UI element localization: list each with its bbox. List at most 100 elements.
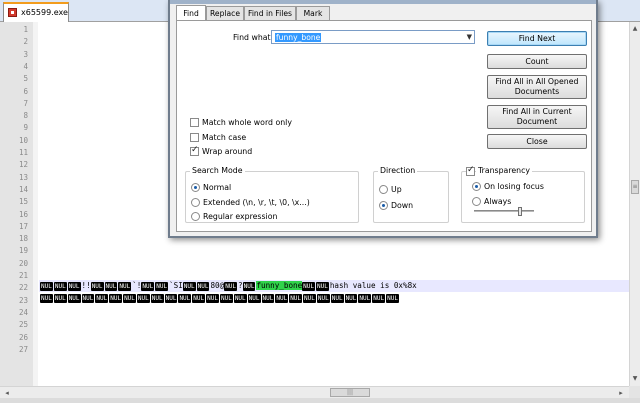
line-number: 5 (23, 74, 28, 84)
nul-control-char: NUL (344, 293, 358, 303)
tab-find[interactable]: Find (176, 5, 206, 20)
transparency-slider[interactable] (474, 207, 534, 216)
direction-down-radio[interactable] (379, 201, 388, 210)
transparency-always-label[interactable]: Always (484, 197, 511, 206)
find-what-value[interactable]: funny_bone (275, 33, 322, 42)
vertical-scroll-thumb[interactable]: ≡ (631, 180, 639, 194)
find-what-combobox[interactable]: funny_bone ▼ (271, 30, 475, 44)
nul-control-char: NUL (81, 293, 95, 303)
line-number: 26 (18, 332, 28, 342)
tab-find-in-files[interactable]: Find in Files (244, 6, 296, 20)
line-number: 15 (18, 197, 28, 207)
nul-control-char: NUL (109, 293, 123, 303)
file-tab-label: x65599.exe (21, 8, 68, 17)
tab-replace[interactable]: Replace (206, 6, 244, 20)
transparency-on-losing-focus-label[interactable]: On losing focus (484, 182, 544, 191)
transparency-title[interactable]: Transparency (476, 166, 533, 175)
close-button[interactable]: Close (487, 134, 587, 149)
wrap-around-label[interactable]: Wrap around (202, 147, 252, 156)
nul-control-char: NUL (242, 281, 256, 291)
nul-control-char: NUL (330, 293, 344, 303)
find-all-current-button[interactable]: Find All in Current Document (487, 105, 587, 129)
search-mode-title: Search Mode (190, 166, 245, 175)
nul-control-char: NUL (40, 293, 53, 303)
nul-control-char: NUL (303, 293, 316, 303)
line-number: 14 (18, 184, 28, 194)
nul-control-char: NUL (302, 281, 316, 291)
dropdown-arrow-icon[interactable]: ▼ (467, 32, 472, 43)
wrap-around-checkbox[interactable] (190, 145, 199, 156)
nul-control-char: NUL (178, 293, 192, 303)
line-number: 17 (18, 221, 28, 231)
search-mode-normal-radio[interactable] (191, 183, 200, 192)
nul-control-char: NUL (275, 293, 289, 303)
nul-control-char: NUL (67, 281, 81, 291)
search-mode-normal-label[interactable]: Normal (203, 183, 231, 192)
line-number: 23 (18, 295, 28, 305)
nul-control-char: NUL (233, 293, 247, 303)
nul-control-char: NUL (40, 281, 53, 291)
line-number: 9 (23, 123, 28, 133)
find-all-opened-button[interactable]: Find All in All Opened Documents (487, 75, 587, 99)
code-line-22: NUL NUL NUL NUL NUL NUL NUL NUL NUL NUL NUL NUL NUL N… (40, 292, 400, 304)
line-number: 12 (18, 160, 28, 170)
file-saved-icon (8, 8, 17, 17)
scroll-down-arrow-icon[interactable]: ▼ (630, 374, 640, 384)
match-whole-word-label[interactable]: Match whole word only (202, 118, 292, 127)
match-whole-word-checkbox[interactable] (190, 118, 199, 127)
find-next-button[interactable]: Find Next (487, 31, 587, 46)
nul-control-char: NUL (104, 281, 118, 291)
vertical-scrollbar[interactable]: ▲ ≡ ▼ (629, 22, 640, 386)
search-mode-group: Search Mode Normal Extended (\n, \r, \t,… (185, 166, 359, 223)
transparency-checkbox[interactable] (466, 165, 475, 176)
scroll-left-arrow-icon[interactable]: ◂ (2, 388, 12, 398)
line-number: 18 (18, 234, 28, 244)
line-number: 16 (18, 209, 28, 219)
count-button[interactable]: Count (487, 54, 587, 69)
file-tab[interactable]: x65599.exe (3, 2, 69, 22)
transparency-always-radio[interactable] (472, 197, 481, 206)
fold-margin (33, 22, 38, 386)
dialog-title-bar[interactable] (170, 0, 596, 4)
scroll-up-arrow-icon[interactable]: ▲ (630, 24, 640, 34)
code-text: `! (132, 281, 142, 290)
line-number: 22 (18, 283, 28, 293)
search-mode-regex-label[interactable]: Regular expression (203, 212, 277, 221)
line-number: 3 (23, 49, 28, 59)
nul-control-char: NUL (289, 293, 303, 303)
search-mode-extended-label[interactable]: Extended (\n, \r, \t, \0, \x...) (203, 198, 310, 207)
match-case-label[interactable]: Match case (202, 133, 246, 142)
match-case-checkbox[interactable] (190, 133, 199, 142)
line-number: 1 (23, 25, 28, 34)
nul-control-char: NUL (53, 293, 67, 303)
line-number: 2 (23, 37, 28, 47)
direction-down-label[interactable]: Down (391, 201, 413, 210)
horizontal-scrollbar[interactable]: ◂ ||| ▸ (0, 386, 629, 398)
transparency-group: Transparency On losing focus Always (461, 165, 585, 223)
nul-control-char: NUL (53, 281, 67, 291)
horizontal-scroll-thumb[interactable]: ||| (330, 388, 370, 397)
nul-control-char: NUL (386, 293, 399, 303)
search-mode-extended-radio[interactable] (191, 198, 200, 207)
line-number: 6 (23, 86, 28, 96)
transparency-slider-thumb[interactable] (518, 207, 522, 216)
nul-control-char: NUL (164, 293, 178, 303)
scroll-right-arrow-icon[interactable]: ▸ (616, 388, 626, 398)
nul-control-char: NUL (150, 293, 164, 303)
code-text: 80@ (210, 281, 225, 290)
nul-control-char: NUL (136, 293, 150, 303)
nul-control-char: NUL (196, 281, 210, 291)
nul-control-char: NUL (182, 281, 196, 291)
direction-up-label[interactable]: Up (391, 185, 402, 194)
search-mode-regex-radio[interactable] (191, 212, 200, 221)
line-number: 8 (23, 111, 28, 121)
nul-control-char: NUL (192, 293, 206, 303)
nul-control-char: NUL (67, 293, 81, 303)
nul-control-char: NUL (261, 293, 275, 303)
direction-up-radio[interactable] (379, 185, 388, 194)
code-text: `SI (169, 281, 183, 290)
nul-control-char: NUL (358, 293, 372, 303)
tab-mark[interactable]: Mark (296, 6, 330, 20)
transparency-on-losing-focus-radio[interactable] (472, 182, 481, 191)
nul-control-char: NUL (372, 293, 386, 303)
